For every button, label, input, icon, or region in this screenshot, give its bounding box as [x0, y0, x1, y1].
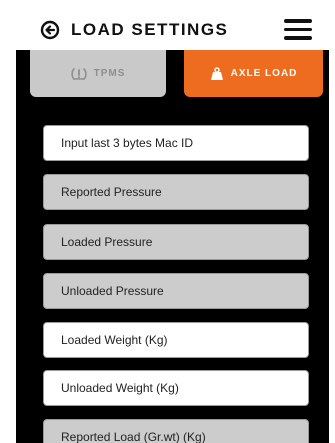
hamburger-menu-icon[interactable] [284, 19, 312, 41]
page-title: LOAD SETTINGS [71, 20, 229, 39]
mac-id-input[interactable]: Input last 3 bytes Mac ID [43, 125, 309, 161]
tab-tpms[interactable]: TPMS [30, 50, 166, 97]
tab-tpms-label: TPMS [93, 68, 126, 79]
tab-axle-load-label: AXLE LOAD [230, 68, 298, 79]
loaded-weight-input[interactable]: Loaded Weight (Kg) [43, 322, 309, 358]
tire-pressure-icon [70, 67, 87, 81]
reported-pressure-field: Reported Pressure [43, 174, 309, 210]
weight-icon [210, 66, 224, 81]
loaded-pressure-field: Loaded Pressure [43, 224, 309, 260]
top-bar: LOAD SETTINGS [16, 8, 329, 54]
reported-load-field: Reported Load (Gr.wt) (Kg) [43, 419, 309, 443]
unloaded-weight-input[interactable]: Unloaded Weight (Kg) [43, 370, 309, 406]
tab-axle-load[interactable]: AXLE LOAD [184, 50, 323, 97]
settings-panel: TPMS AXLE LOAD Input last 3 bytes Mac ID… [16, 50, 329, 443]
back-arrow-icon[interactable] [40, 20, 60, 40]
unloaded-pressure-field: Unloaded Pressure [43, 273, 309, 309]
